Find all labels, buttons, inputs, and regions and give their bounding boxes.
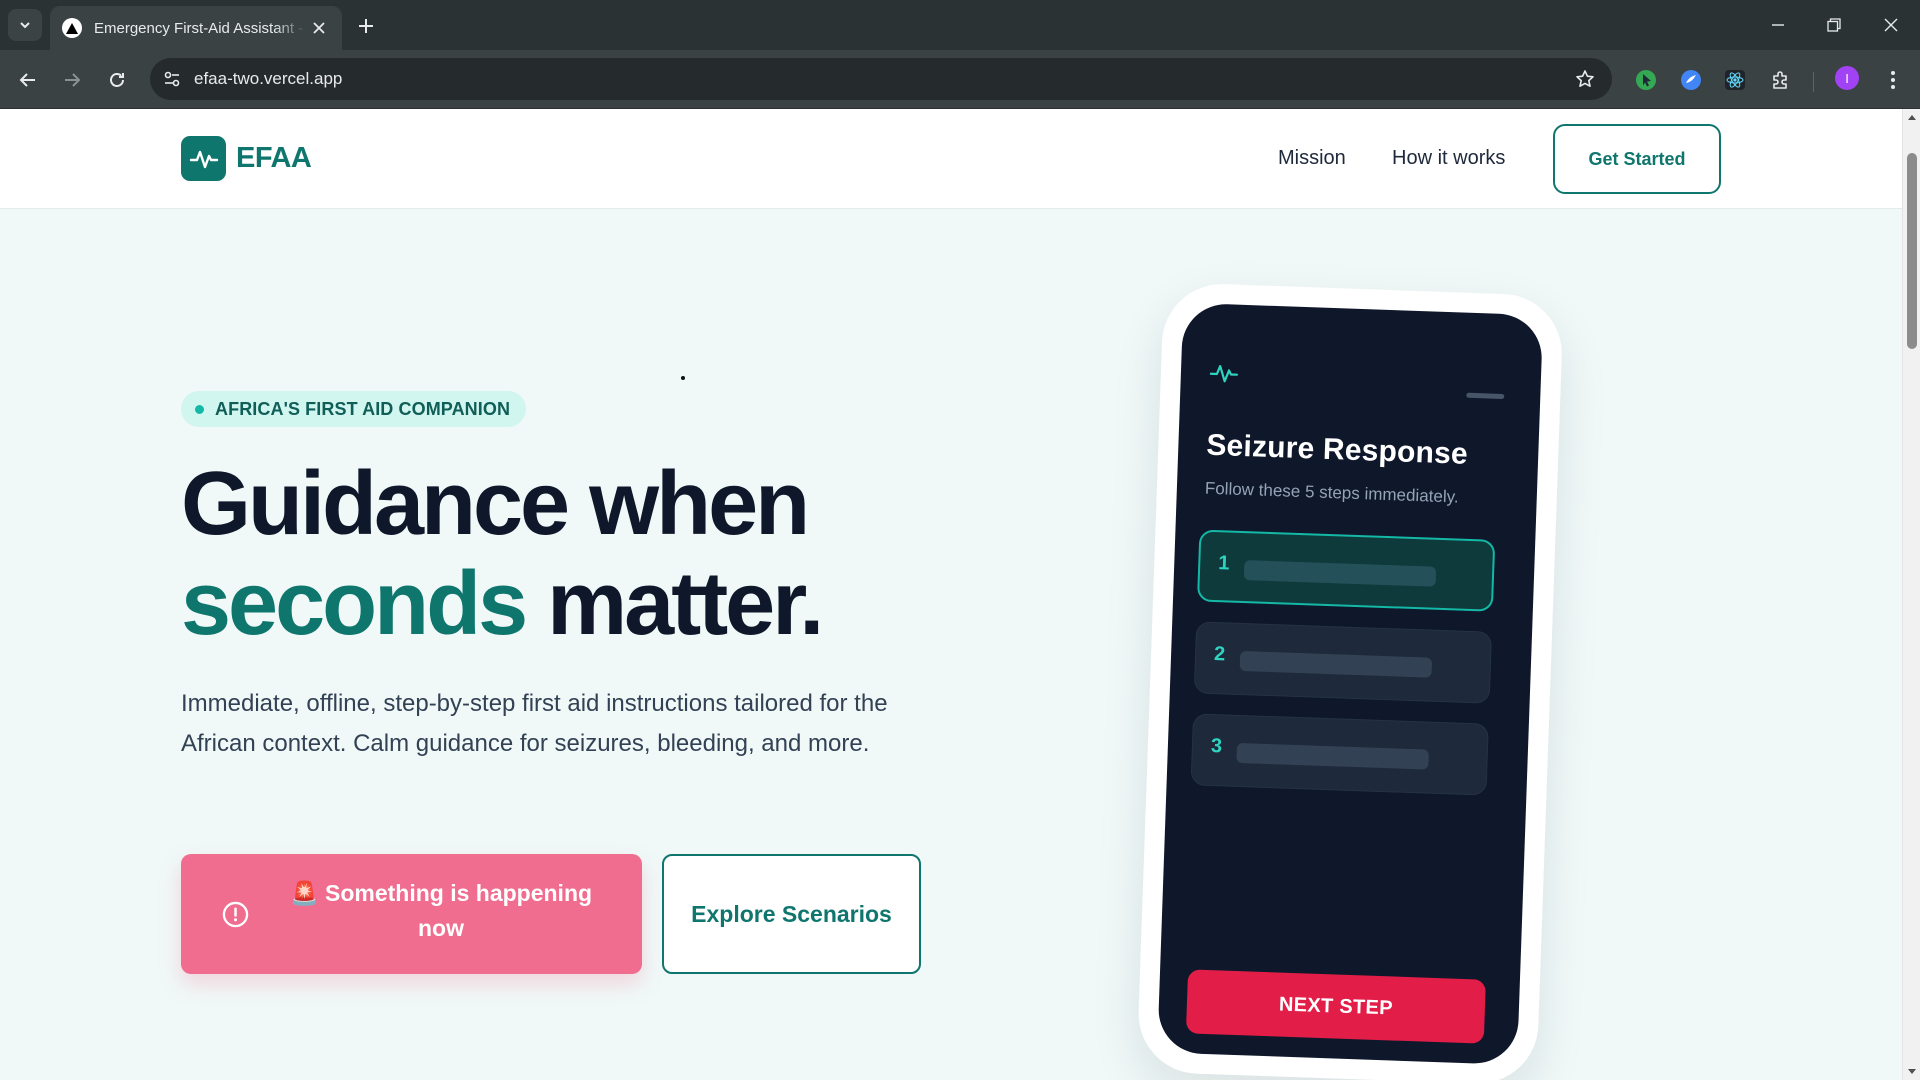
badge-dot [195, 404, 204, 414]
extension-green-cursor-icon[interactable] [1633, 67, 1659, 93]
explore-scenarios-button[interactable]: Explore Scenarios [662, 854, 921, 974]
close-tab-icon[interactable] [308, 17, 330, 39]
toolbar-separator [1813, 72, 1814, 92]
hero-title-accent: seconds [181, 554, 528, 654]
phone-screen-subtitle: Follow these 5 steps immediately. [1204, 478, 1459, 507]
page-viewport: EFAA Mission How it works Get Started AF… [0, 109, 1920, 1080]
hero-title-line2: matter. [525, 554, 824, 654]
next-step-button: NEXT STEP [1185, 969, 1486, 1044]
extension-react-icon[interactable] [1722, 67, 1748, 93]
phone-frame: Seizure Response Follow these 5 steps im… [1136, 282, 1564, 1080]
phone-screen: Seizure Response Follow these 5 steps im… [1157, 302, 1544, 1065]
pulse-logo-icon [181, 136, 226, 181]
logo-text: EFAA [236, 142, 312, 174]
alert-circle-icon [222, 901, 249, 928]
browser-tab-strip: Emergency First-Aid Assistant - EFAA [0, 0, 1920, 50]
hero-title: Guidance when seconds matter. [181, 454, 824, 654]
tab-search-button[interactable] [8, 9, 42, 41]
scroll-down-arrow-icon[interactable] [1907, 1066, 1917, 1076]
bookmark-star-icon[interactable] [1572, 66, 1598, 92]
badge-text: AFRICA'S FIRST AID COMPANION [215, 398, 511, 419]
extensions-puzzle-icon[interactable] [1768, 67, 1794, 93]
emergency-now-button[interactable]: 🚨 Something is happening now [181, 854, 642, 974]
phone-screen-title: Seizure Response [1205, 428, 1469, 471]
phone-step-placeholder [1236, 742, 1429, 770]
address-bar[interactable]: efaa-two.vercel.app [150, 58, 1612, 100]
chrome-menu-icon[interactable] [1880, 67, 1906, 93]
site-header: EFAA Mission How it works Get Started [0, 109, 1902, 209]
close-window-icon[interactable] [1862, 0, 1920, 50]
get-started-button[interactable]: Get Started [1553, 124, 1721, 194]
browser-tab-active[interactable]: Emergency First-Aid Assistant - EFAA [50, 6, 342, 50]
phone-step-placeholder [1243, 560, 1437, 587]
nav-link-mission[interactable]: Mission [1278, 147, 1346, 170]
hero-title-line1: Guidance when [181, 454, 810, 554]
emergency-button-label: 🚨 Something is happening now [289, 880, 593, 941]
reload-icon[interactable] [101, 64, 133, 96]
phone-step-item: 1 [1196, 529, 1496, 612]
phone-step-item: 2 [1193, 621, 1493, 704]
minimize-icon[interactable] [1749, 0, 1807, 50]
url-text: efaa-two.vercel.app [194, 69, 343, 88]
pulse-icon [1209, 364, 1238, 383]
vercel-favicon-icon [62, 18, 82, 38]
phone-step-placeholder [1239, 650, 1433, 678]
phone-menu-bar [1466, 392, 1505, 400]
extension-blue-globe-icon[interactable] [1678, 67, 1704, 93]
phone-step-number: 1 [1217, 552, 1230, 575]
decorative-dot [681, 376, 685, 380]
scroll-up-arrow-icon[interactable] [1907, 113, 1917, 123]
back-arrow-icon[interactable] [12, 64, 44, 96]
new-tab-plus-icon[interactable] [352, 12, 380, 40]
phone-step-number: 3 [1210, 735, 1223, 758]
phone-step-number: 2 [1213, 643, 1226, 666]
tab-title: Emergency First-Aid Assistant - EFAA [94, 19, 306, 37]
restore-icon[interactable] [1805, 0, 1863, 50]
scrollbar-thumb[interactable] [1907, 153, 1917, 349]
tagline-badge: AFRICA'S FIRST AID COMPANION [181, 391, 527, 427]
hero-description: Immediate, offline, step-by-step first a… [181, 690, 888, 757]
chevron-down-icon [20, 22, 30, 29]
phone-mockup: Seizure Response Follow these 5 steps im… [1136, 282, 1574, 1080]
browser-toolbar: efaa-two.vercel.app [0, 50, 1920, 109]
forward-arrow-icon[interactable] [56, 64, 88, 96]
nav-link-how-it-works[interactable]: How it works [1392, 147, 1505, 170]
site-settings-icon[interactable] [156, 63, 188, 95]
profile-avatar[interactable]: I [1835, 66, 1859, 90]
site-logo[interactable]: EFAA [181, 136, 312, 181]
page-scrollbar[interactable] [1902, 109, 1920, 1080]
phone-step-item: 3 [1190, 713, 1489, 796]
